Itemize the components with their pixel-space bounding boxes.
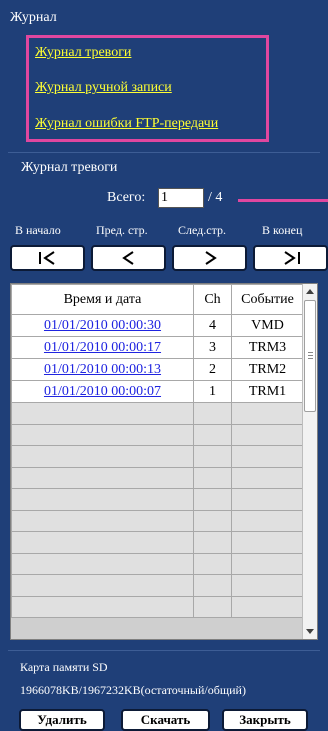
event-cell: TRM2 [231,358,304,381]
scroll-down-button[interactable] [303,624,317,639]
datetime-link[interactable]: 01/01/2010 00:00:07 [44,384,161,399]
delete-button[interactable]: Удалить [19,709,105,731]
header-event: Событие [231,284,304,315]
datetime-cell: 01/01/2010 00:00:13 [11,358,194,381]
channel-cell: 1 [193,380,232,403]
link-manual-record-log[interactable]: Журнал ручной записи [35,80,172,96]
table-row: 01/01/2010 00:00:13 2 TRM2 [11,358,304,381]
datetime-link[interactable]: 01/01/2010 00:00:13 [44,362,161,377]
empty-row [11,423,304,446]
sd-card-capacity: 1966078KB/1967232KB(остаточный/общий) [20,683,246,697]
event-cell: TRM3 [231,336,304,359]
channel-cell: 4 [193,314,232,337]
empty-row [11,466,304,489]
next-page-button[interactable] [172,245,247,271]
datetime-cell: 01/01/2010 00:00:17 [11,336,194,359]
download-button[interactable]: Скачать [121,709,210,731]
scrollbar-thumb[interactable] [304,300,316,412]
divider [8,152,320,153]
datetime-cell: 01/01/2010 00:00:07 [11,380,194,403]
prev-page-button[interactable] [91,245,166,271]
scroll-down-icon [306,629,314,634]
total-label: Всего: [107,190,146,205]
first-page-button[interactable] [10,245,85,271]
table-header-row: Время и дата Ch Событие [11,284,304,315]
chevron-left-icon [121,251,134,265]
datetime-cell: 01/01/2010 00:00:30 [11,314,194,337]
journal-title: Журнал [10,10,57,25]
last-page-icon [283,251,300,265]
log-table-frame: Время и дата Ch Событие 01/01/2010 00:00… [10,283,318,640]
prev-page-label: Пред. стр. [96,223,148,237]
log-links-box: Журнал тревоги Журнал ручной записи Журн… [26,35,269,142]
datetime-link[interactable]: 01/01/2010 00:00:17 [44,340,161,355]
last-page-button[interactable] [253,245,328,271]
log-table: Время и дата Ch Событие 01/01/2010 00:00… [11,284,304,618]
empty-row [11,595,304,618]
chevron-right-icon [204,251,217,265]
event-cell: TRM1 [231,380,304,403]
divider [8,650,320,651]
empty-row [11,488,304,511]
first-page-icon [38,251,55,265]
channel-cell: 2 [193,358,232,381]
empty-row [11,445,304,468]
section-title: Журнал тревоги [21,160,118,175]
scroll-up-button[interactable] [303,284,317,299]
table-scrollbar[interactable] [302,284,317,639]
grip-icon [308,352,313,359]
empty-row [11,552,304,575]
datetime-link[interactable]: 01/01/2010 00:00:30 [44,318,161,333]
empty-row [11,531,304,554]
next-page-label: След.стр. [178,223,226,237]
scroll-up-icon [306,289,314,294]
close-button[interactable]: Закрыть [222,709,308,731]
header-datetime: Время и дата [11,284,194,315]
channel-cell: 3 [193,336,232,359]
annotation-pointer-line [238,199,328,202]
first-page-label: В начало [15,223,61,237]
empty-row [11,574,304,597]
last-page-label: В конец [262,223,303,237]
empty-row [11,402,304,425]
page-number-input[interactable] [158,188,204,208]
page-total: / 4 [208,190,223,205]
link-ftp-error-log[interactable]: Журнал ошибки FTP-передачи [35,116,218,132]
sd-card-label: Карта памяти SD [20,660,108,674]
table-row: 01/01/2010 00:00:30 4 VMD [11,314,304,337]
event-cell: VMD [231,314,304,337]
table-row: 01/01/2010 00:00:07 1 TRM1 [11,380,304,403]
header-channel: Ch [193,284,232,315]
table-row: 01/01/2010 00:00:17 3 TRM3 [11,336,304,359]
empty-row [11,509,304,532]
link-alarm-log[interactable]: Журнал тревоги [35,45,131,61]
